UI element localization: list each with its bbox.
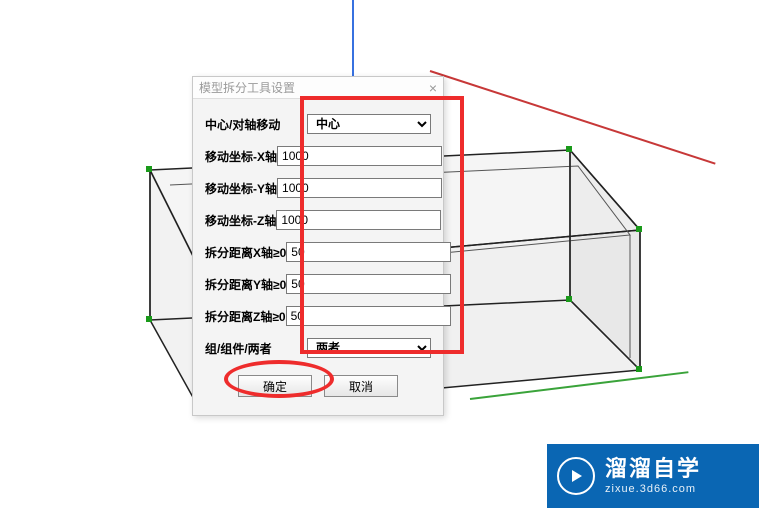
select-center-axis[interactable]: 中心 (307, 114, 431, 134)
label-move-x: 移动坐标-X轴 (205, 148, 277, 165)
input-move-z[interactable] (276, 210, 441, 230)
select-group-comp[interactable]: 两者 (307, 338, 431, 358)
input-move-x[interactable] (277, 146, 442, 166)
row-group-comp: 组/组件/两者 两者 (205, 337, 431, 359)
watermark-sub: zixue.3d66.com (605, 483, 701, 496)
watermark-text: 溜溜自学 zixue.3d66.com (605, 456, 701, 496)
play-icon (557, 457, 595, 495)
label-center-axis: 中心/对轴移动 (205, 116, 307, 133)
row-split-y: 拆分距离Y轴≥0 (205, 273, 431, 295)
row-split-x: 拆分距离X轴≥0 (205, 241, 431, 263)
dialog-titlebar: 模型拆分工具设置 × (193, 77, 443, 99)
settings-dialog: 模型拆分工具设置 × 中心/对轴移动 中心 移动坐标-X轴 移动坐标-Y轴 移动… (192, 76, 444, 416)
cancel-button[interactable]: 取消 (324, 375, 398, 397)
watermark-badge: 溜溜自学 zixue.3d66.com (547, 444, 759, 508)
dialog-title-text: 模型拆分工具设置 (199, 77, 295, 99)
label-split-z: 拆分距离Z轴≥0 (205, 308, 286, 325)
form: 中心/对轴移动 中心 移动坐标-X轴 移动坐标-Y轴 移动坐标-Z轴 拆分距离X… (193, 99, 443, 415)
watermark-main: 溜溜自学 (605, 456, 701, 482)
label-move-z: 移动坐标-Z轴 (205, 212, 276, 229)
label-split-x: 拆分距离X轴≥0 (205, 244, 286, 261)
ok-button[interactable]: 确定 (238, 375, 312, 397)
input-move-y[interactable] (277, 178, 442, 198)
button-row: 确定 取消 (205, 369, 431, 407)
label-move-y: 移动坐标-Y轴 (205, 180, 277, 197)
close-icon[interactable]: × (429, 77, 437, 99)
row-split-z: 拆分距离Z轴≥0 (205, 305, 431, 327)
row-move-x: 移动坐标-X轴 (205, 145, 431, 167)
label-group-comp: 组/组件/两者 (205, 340, 307, 357)
row-move-y: 移动坐标-Y轴 (205, 177, 431, 199)
input-split-y[interactable] (286, 274, 451, 294)
label-split-y: 拆分距离Y轴≥0 (205, 276, 286, 293)
row-center-axis: 中心/对轴移动 中心 (205, 113, 431, 135)
input-split-z[interactable] (286, 306, 451, 326)
input-split-x[interactable] (286, 242, 451, 262)
row-move-z: 移动坐标-Z轴 (205, 209, 431, 231)
